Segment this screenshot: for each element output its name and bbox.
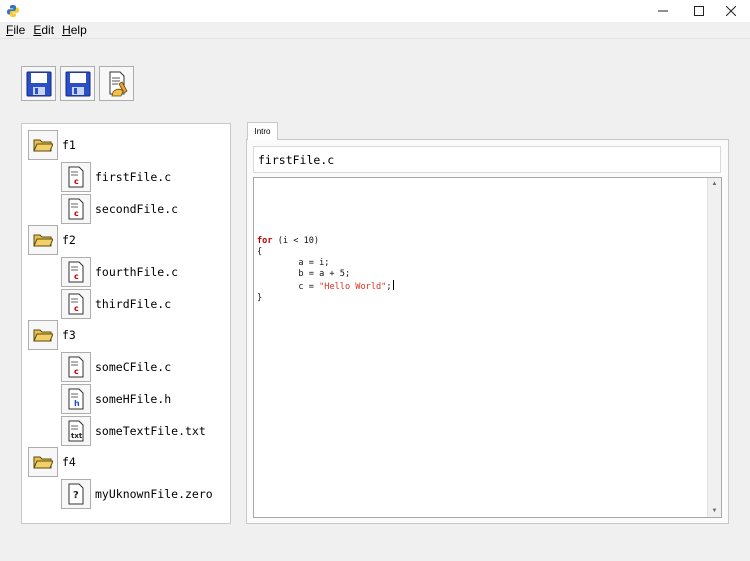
editor-vertical-scrollbar[interactable]: ▲ ▼ — [707, 178, 721, 517]
unknown-file-icon: ? — [68, 483, 84, 505]
tree-folder-label: f2 — [62, 233, 76, 247]
c-file-icon: c — [68, 356, 84, 378]
svg-text:h: h — [74, 399, 80, 408]
tree-file-thirdfile[interactable]: c thirdFile.c — [61, 289, 171, 319]
code-line-1-rest: (i < 10) — [272, 236, 320, 246]
tree-folder-label: f4 — [62, 455, 76, 469]
file-tree: f1 c firstFile.c c secondFile.c f2 c fou… — [21, 123, 231, 524]
tree-file-label: myUknownFile.zero — [95, 487, 213, 501]
tree-file-somecfile[interactable]: c someCFile.c — [61, 352, 171, 382]
tree-file-label: someCFile.c — [95, 360, 172, 374]
code-line-6: } — [257, 293, 263, 303]
c-file-icon: c — [68, 198, 84, 220]
code-keyword: for — [257, 236, 273, 246]
c-file-icon: c — [68, 293, 84, 315]
tree-file-fourthfile[interactable]: c fourthFile.c — [61, 257, 178, 287]
svg-text:c: c — [74, 367, 79, 376]
tree-file-somehfile[interactable]: h someHFile.h — [61, 384, 171, 414]
tree-folder-label: f3 — [62, 328, 76, 342]
code-editor[interactable]: for (i < 10) { a = i; b = a + 5; c = "He… — [253, 177, 722, 518]
tree-file-label: firstFile.c — [95, 170, 172, 184]
close-button[interactable] — [714, 0, 748, 22]
clean-button[interactable] — [99, 66, 134, 101]
minimize-button[interactable] — [646, 0, 680, 22]
python-logo-icon — [7, 5, 19, 17]
tree-file-label: thirdFile.c — [95, 297, 172, 311]
code-line-5-pre: c = — [257, 282, 320, 292]
code-string: "Hello World" — [319, 282, 387, 292]
c-file-icon: c — [68, 261, 84, 283]
tree-folder-label: f1 — [62, 138, 76, 152]
filename-field[interactable]: firstFile.c — [253, 146, 721, 173]
c-file-icon: c — [68, 166, 84, 188]
code-line-3: a = i; — [257, 258, 330, 268]
code-line-2: { — [257, 247, 263, 257]
save-as-button[interactable] — [60, 66, 95, 101]
scroll-up-arrow-icon[interactable]: ▲ — [708, 178, 721, 190]
tree-file-secondfile[interactable]: c secondFile.c — [61, 194, 178, 224]
menu-help[interactable]: Help — [58, 23, 91, 37]
tree-file-myunknownfile[interactable]: ? myUknownFile.zero — [61, 479, 213, 509]
save-floppy-icon — [26, 71, 51, 96]
folder-icon — [33, 456, 53, 469]
title-bar — [0, 0, 750, 22]
tab-intro[interactable]: Intro — [247, 122, 278, 140]
h-file-icon: h — [68, 388, 84, 410]
menu-bar: File Edit Help — [0, 22, 750, 39]
tree-folder-f1[interactable]: f1 — [28, 130, 76, 160]
svg-text:txt: txt — [71, 432, 83, 440]
code-line-4: b = a + 5; — [257, 269, 351, 279]
clean-document-icon — [109, 71, 128, 96]
tree-file-label: someTextFile.txt — [95, 424, 206, 438]
scroll-down-arrow-icon[interactable]: ▼ — [708, 505, 721, 517]
folder-icon — [33, 139, 53, 152]
maximize-button[interactable] — [682, 0, 716, 22]
tree-file-firstfile[interactable]: c firstFile.c — [61, 162, 171, 192]
tree-file-label: secondFile.c — [95, 202, 179, 216]
code-line-5-post: ; — [386, 282, 392, 292]
save-as-floppy-icon — [65, 71, 90, 96]
folder-icon — [33, 329, 53, 342]
tree-file-label: fourthFile.c — [95, 265, 179, 279]
tree-file-sometextfile[interactable]: txt someTextFile.txt — [61, 416, 206, 446]
txt-file-icon: txt — [68, 420, 84, 442]
folder-icon — [33, 234, 53, 247]
close-icon — [726, 6, 736, 16]
tree-folder-f4[interactable]: f4 — [28, 447, 76, 477]
svg-text:c: c — [74, 177, 79, 186]
svg-text:c: c — [74, 272, 79, 281]
menu-edit[interactable]: Edit — [29, 23, 58, 37]
maximize-icon — [694, 6, 704, 16]
save-button[interactable] — [21, 66, 56, 101]
svg-text:?: ? — [73, 490, 79, 501]
minimize-icon — [658, 10, 668, 12]
text-caret — [392, 280, 394, 290]
tree-folder-f2[interactable]: f2 — [28, 225, 76, 255]
code-text: for (i < 10) { a = i; b = a + 5; c = "He… — [257, 236, 394, 304]
svg-text:c: c — [74, 304, 79, 313]
svg-text:c: c — [74, 209, 79, 218]
tree-folder-f3[interactable]: f3 — [28, 320, 76, 350]
tree-file-label: someHFile.h — [95, 392, 172, 406]
menu-file[interactable]: File — [0, 23, 29, 37]
